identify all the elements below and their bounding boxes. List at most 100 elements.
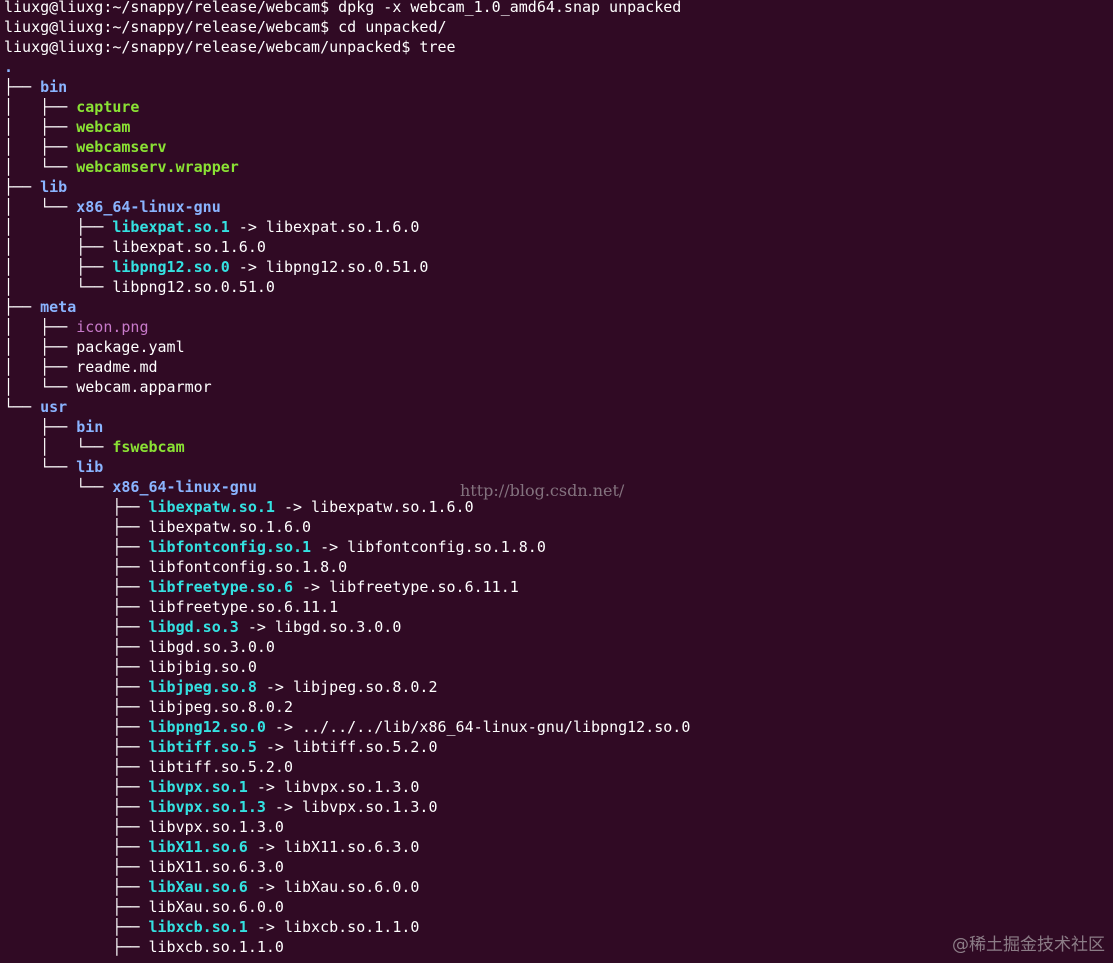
terminal-window[interactable]: liuxg@liuxg:~/snappy/release/webcam$ dpk…	[0, 0, 1113, 963]
tree-branch-glyphs: ├──	[4, 538, 149, 556]
tree-branch-glyphs: │ ├──	[4, 358, 77, 376]
file-name-text: libexpat.so.1.6.0	[112, 238, 266, 256]
tree-branch-glyphs: ├──	[4, 898, 149, 916]
terminal-line: ├── libgd.so.3.0.0	[4, 637, 1113, 657]
watermark-brand: @稀土掘金技术社区	[952, 935, 1105, 955]
tree-branch-glyphs: ├──	[4, 178, 41, 196]
symlink-name: libpng12.so.0	[112, 258, 230, 276]
file-name-text: libjpeg.so.8.0.2	[148, 698, 294, 716]
directory-name: lib	[40, 178, 68, 196]
tree-branch-glyphs: └──	[4, 398, 41, 416]
tree-branch-glyphs: ├──	[4, 698, 149, 716]
terminal-line: ├── libtiff.so.5.2.0	[4, 757, 1113, 777]
symlink-name: libfontconfig.so.1	[148, 538, 312, 556]
terminal-line: ├── libxcb.so.1.1.0	[4, 937, 1113, 957]
terminal-line: ├── libfreetype.so.6.11.1	[4, 597, 1113, 617]
tree-branch-glyphs: │ └──	[4, 438, 113, 456]
terminal-line: ├── libvpx.so.1.3.0	[4, 817, 1113, 837]
tree-branch-glyphs: │ ├──	[4, 318, 77, 336]
terminal-line: ├── libgd.so.3 -> libgd.so.3.0.0	[4, 617, 1113, 637]
tree-branch-glyphs: ├──	[4, 778, 149, 796]
tree-branch-glyphs: │ └──	[4, 198, 77, 216]
tree-branch-glyphs: │ ├──	[4, 258, 113, 276]
tree-branch-glyphs: ├──	[4, 798, 149, 816]
terminal-line: ├── libjpeg.so.8.0.2	[4, 697, 1113, 717]
terminal-line: │ ├── libexpat.so.1.6.0	[4, 237, 1113, 257]
terminal-line: │ ├── icon.png	[4, 317, 1113, 337]
watermark-url: http://blog.csdn.net/	[460, 481, 625, 500]
terminal-line: ├── libjbig.so.0	[4, 657, 1113, 677]
tree-branch-glyphs: ├──	[4, 678, 149, 696]
file-name-text: libpng12.so.0.51.0	[112, 278, 275, 296]
file-name-text: -> libgd.so.3.0.0	[238, 618, 402, 636]
file-name-text: -> libpng12.so.0.51.0	[229, 258, 429, 276]
file-name-text: -> libX11.so.6.3.0	[247, 838, 420, 856]
tree-branch-glyphs: │ ├──	[4, 138, 77, 156]
file-name-text: libjbig.so.0	[148, 658, 257, 676]
file-name-text: -> libexpatw.so.1.6.0	[274, 498, 474, 516]
terminal-line: ├── bin	[4, 417, 1113, 437]
directory-name: bin	[76, 418, 104, 436]
terminal-line: ├── libfontconfig.so.1 -> libfontconfig.…	[4, 537, 1113, 557]
file-name-text: -> libvpx.so.1.3.0	[247, 778, 420, 796]
terminal-line: ├── libXau.so.6 -> libXau.so.6.0.0	[4, 877, 1113, 897]
file-name-text: libXau.so.6.0.0	[148, 898, 284, 916]
terminal-line: ├── libfreetype.so.6 -> libfreetype.so.6…	[4, 577, 1113, 597]
tree-branch-glyphs: ├──	[4, 618, 149, 636]
file-name-text: -> libjpeg.so.8.0.2	[256, 678, 438, 696]
file-name-text: libfontconfig.so.1.8.0	[148, 558, 348, 576]
terminal-output: liuxg@liuxg:~/snappy/release/webcam$ dpk…	[4, 0, 1113, 957]
terminal-line: ├── libvpx.so.1.3 -> libvpx.so.1.3.0	[4, 797, 1113, 817]
terminal-line: │ ├── package.yaml	[4, 337, 1113, 357]
terminal-line: ├── libXau.so.6.0.0	[4, 897, 1113, 917]
tree-branch-glyphs: │ └──	[4, 278, 113, 296]
terminal-line: ├── lib	[4, 177, 1113, 197]
directory-name: meta	[40, 298, 77, 316]
terminal-line: │ ├── webcamserv	[4, 137, 1113, 157]
file-name-text: libfreetype.so.6.11.1	[148, 598, 339, 616]
terminal-line: liuxg@liuxg:~/snappy/release/webcam$ dpk…	[4, 0, 1113, 17]
file-name-text: libvpx.so.1.3.0	[148, 818, 284, 836]
terminal-line: .	[4, 57, 1113, 77]
tree-branch-glyphs: ├──	[4, 298, 41, 316]
file-name-text: -> libfontconfig.so.1.8.0	[311, 538, 546, 556]
executable-name: webcamserv	[76, 138, 167, 156]
executable-name: fswebcam	[112, 438, 185, 456]
terminal-line: ├── libtiff.so.5 -> libtiff.so.5.2.0	[4, 737, 1113, 757]
file-name-text: -> libvpx.so.1.3.0	[265, 798, 438, 816]
file-name-text: libxcb.so.1.1.0	[148, 938, 284, 956]
terminal-line: │ ├── libexpat.so.1 -> libexpat.so.1.6.0	[4, 217, 1113, 237]
tree-branch-glyphs: ├──	[4, 638, 149, 656]
terminal-line: │ ├── readme.md	[4, 357, 1113, 377]
tree-branch-glyphs: │ └──	[4, 158, 77, 176]
terminal-line: ├── libexpatw.so.1.6.0	[4, 517, 1113, 537]
directory-name: bin	[40, 78, 68, 96]
file-name-text: package.yaml	[76, 338, 185, 356]
symlink-name: libpng12.so.0	[148, 718, 266, 736]
executable-name: webcamserv.wrapper	[76, 158, 239, 176]
terminal-line: ├── libfontconfig.so.1.8.0	[4, 557, 1113, 577]
symlink-name: libXau.so.6	[148, 878, 248, 896]
tree-branch-glyphs: │ └──	[4, 378, 77, 396]
tree-branch-glyphs: ├──	[4, 598, 149, 616]
file-name-text: webcam.apparmor	[76, 378, 212, 396]
terminal-line: liuxg@liuxg:~/snappy/release/webcam$ cd …	[4, 17, 1113, 37]
tree-branch-glyphs: ├──	[4, 758, 149, 776]
terminal-line: │ ├── webcam	[4, 117, 1113, 137]
tree-branch-glyphs: │ ├──	[4, 218, 113, 236]
tree-branch-glyphs: ├──	[4, 938, 149, 956]
terminal-line: ├── meta	[4, 297, 1113, 317]
directory-name: .	[4, 58, 14, 76]
prompt-command-text: liuxg@liuxg:~/snappy/release/webcam$ cd …	[4, 18, 447, 36]
file-name-text: -> libexpat.so.1.6.0	[229, 218, 420, 236]
terminal-line: └── usr	[4, 397, 1113, 417]
symlink-name: libexpatw.so.1	[148, 498, 275, 516]
tree-branch-glyphs: ├──	[4, 558, 149, 576]
terminal-line: ├── bin	[4, 77, 1113, 97]
tree-branch-glyphs: └──	[4, 458, 77, 476]
file-name-text: libexpatw.so.1.6.0	[148, 518, 312, 536]
file-name-text: -> libXau.so.6.0.0	[247, 878, 420, 896]
terminal-line: │ └── webcam.apparmor	[4, 377, 1113, 397]
image-file-name: icon.png	[76, 318, 149, 336]
symlink-name: libxcb.so.1	[148, 918, 248, 936]
